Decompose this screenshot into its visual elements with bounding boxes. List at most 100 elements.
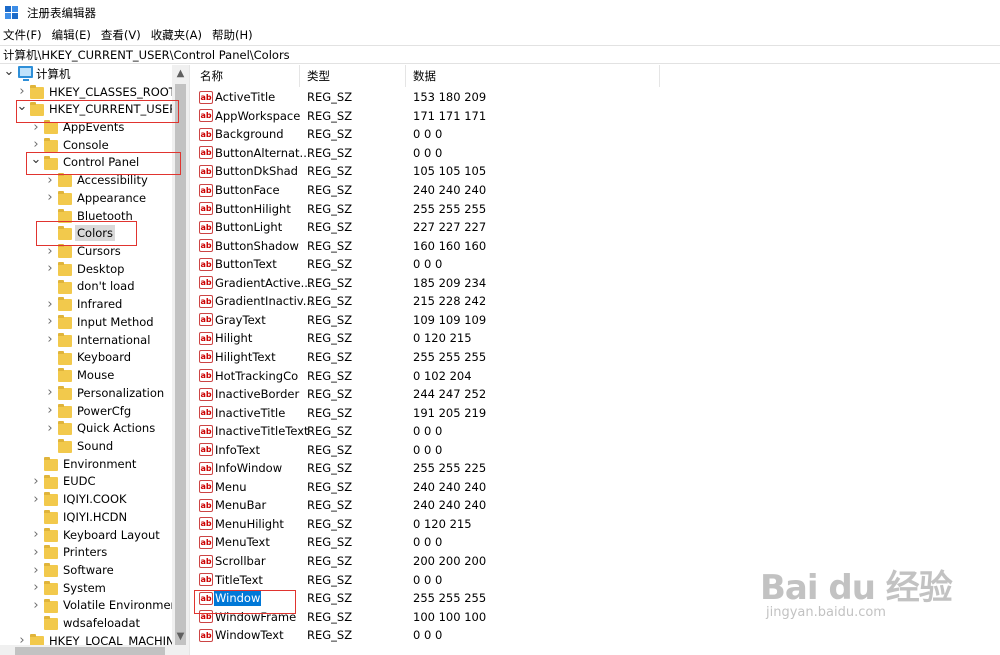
value-row[interactable]: ab InactiveTitle REG_SZ 191 205 219 (193, 403, 1000, 422)
value-name[interactable]: Menu (214, 479, 248, 495)
tree-item-label[interactable]: Infrared (75, 296, 124, 312)
tree-item[interactable]: › Volatile Environment (0, 597, 182, 615)
tree-item-label[interactable]: Printers (61, 544, 109, 560)
value-row[interactable]: ab ActiveTitle REG_SZ 153 180 209 (193, 88, 1000, 107)
value-name[interactable]: ActiveTitle (214, 89, 276, 105)
tree-item-label[interactable]: Desktop (75, 261, 126, 277)
column-header-data[interactable]: 数据 (406, 65, 660, 87)
collapsed-chevron-icon[interactable]: › (32, 544, 40, 561)
value-name[interactable]: GradientInactiv... (214, 293, 315, 309)
tree-item[interactable]: don't load (0, 278, 172, 296)
tree-item-label[interactable]: Software (61, 562, 116, 578)
value-row[interactable]: ab MenuHilight REG_SZ 0 120 215 (193, 515, 1000, 534)
pane-splitter[interactable] (189, 65, 192, 655)
tree-item-label[interactable]: Mouse (75, 367, 116, 383)
tree-item[interactable]: Mouse (0, 366, 172, 384)
value-row[interactable]: ab HotTrackingCo REG_SZ 0 102 204 (193, 366, 1000, 385)
address-bar[interactable]: 计算机\HKEY_CURRENT_USER\Control Panel\Colo… (0, 45, 1000, 64)
scroll-down-icon[interactable]: ▼ (172, 628, 189, 645)
tree-item-label[interactable]: 计算机 (34, 66, 73, 82)
value-name[interactable]: GrayText (214, 312, 267, 328)
value-name[interactable]: InactiveTitle (214, 405, 286, 421)
collapsed-chevron-icon[interactable]: › (46, 313, 54, 330)
value-row[interactable]: ab ButtonDkShad REG_SZ 105 105 105 (193, 162, 1000, 181)
collapsed-chevron-icon[interactable]: › (32, 597, 40, 614)
tree-item[interactable]: › EUDC (0, 473, 172, 491)
tree-item[interactable]: › Desktop (0, 260, 172, 278)
value-name[interactable]: ButtonLight (214, 219, 283, 235)
expanded-chevron-icon[interactable]: ⌄ (4, 65, 15, 80)
value-row[interactable]: ab HilightText REG_SZ 255 255 255 (193, 348, 1000, 367)
collapsed-chevron-icon[interactable]: › (32, 562, 40, 579)
value-name[interactable]: InfoWindow (214, 460, 283, 476)
value-name[interactable]: ButtonAlternat... (214, 145, 312, 161)
tree-item[interactable]: › Personalization (0, 384, 172, 402)
collapsed-chevron-icon[interactable]: › (46, 384, 54, 401)
value-name[interactable]: TitleText (214, 572, 264, 588)
menu-help[interactable]: 帮助(H) (207, 26, 258, 44)
value-row[interactable]: ab InactiveTitleText REG_SZ 0 0 0 (193, 422, 1000, 441)
collapsed-chevron-icon[interactable]: › (46, 402, 54, 419)
tree-item-label[interactable]: PowerCfg (75, 403, 133, 419)
collapsed-chevron-icon[interactable]: › (32, 473, 40, 490)
value-row[interactable]: ab InfoWindow REG_SZ 255 255 225 (193, 459, 1000, 478)
value-name[interactable]: InactiveBorder (214, 386, 300, 402)
collapsed-chevron-icon[interactable]: › (46, 331, 54, 348)
value-row[interactable]: ab ButtonLight REG_SZ 227 227 227 (193, 218, 1000, 237)
value-row[interactable]: ab AppWorkspace REG_SZ 171 171 171 (193, 107, 1000, 126)
value-row[interactable]: ab ButtonFace REG_SZ 240 240 240 (193, 181, 1000, 200)
tree-item-label[interactable]: Keyboard Layout (61, 527, 162, 543)
tree-item[interactable]: › Quick Actions (0, 419, 172, 437)
tree-item[interactable]: › IQIYI.COOK (0, 490, 172, 508)
collapsed-chevron-icon[interactable]: › (32, 526, 40, 543)
tree-item[interactable]: › Infrared (0, 295, 172, 313)
collapsed-chevron-icon[interactable]: › (46, 296, 54, 313)
value-row[interactable]: ab ButtonShadow REG_SZ 160 160 160 (193, 236, 1000, 255)
menu-file[interactable]: 文件(F) (0, 26, 47, 44)
tree-item-label[interactable]: Input Method (75, 314, 156, 330)
value-name[interactable]: WindowText (214, 627, 285, 643)
value-name[interactable]: Background (214, 126, 285, 142)
value-row[interactable]: ab ButtonHilight REG_SZ 255 255 255 (193, 199, 1000, 218)
value-name[interactable]: AppWorkspace (214, 108, 301, 124)
tree-item-label[interactable]: IQIYI.COOK (61, 491, 129, 507)
value-name[interactable]: GradientActive... (214, 275, 313, 291)
collapsed-chevron-icon[interactable]: › (46, 260, 54, 277)
value-name[interactable]: InactiveTitleText (214, 423, 310, 439)
tree-item-label[interactable]: International (75, 332, 152, 348)
tree-item[interactable]: › Printers (0, 543, 172, 561)
tree-item-label[interactable]: Keyboard (75, 349, 133, 365)
value-row[interactable]: ab ButtonAlternat... REG_SZ 0 0 0 (193, 144, 1000, 163)
tree-item-label[interactable]: Console (61, 137, 111, 153)
tree-item-label[interactable]: Quick Actions (75, 420, 157, 436)
menu-favorites[interactable]: 收藏夹(A) (146, 26, 207, 44)
column-header-type[interactable]: 类型 (300, 65, 406, 87)
hscroll-thumb[interactable] (15, 647, 165, 655)
tree-item[interactable]: ⌄ 计算机 (0, 65, 172, 83)
tree-item[interactable]: › Appearance (0, 189, 172, 207)
tree-item[interactable]: › System (0, 579, 172, 597)
value-name[interactable]: MenuHilight (214, 516, 285, 532)
value-row[interactable]: ab ButtonText REG_SZ 0 0 0 (193, 255, 1000, 274)
tree-item-label[interactable]: System (61, 580, 108, 596)
value-name[interactable]: ButtonHilight (214, 201, 292, 217)
tree-item[interactable]: › International (0, 331, 172, 349)
column-header-name[interactable]: 名称 (193, 65, 300, 87)
tree-item-label[interactable]: don't load (75, 278, 137, 294)
collapsed-chevron-icon[interactable]: › (46, 189, 54, 206)
tree-item-label[interactable]: Appearance (75, 190, 148, 206)
value-row[interactable]: ab MenuText REG_SZ 0 0 0 (193, 533, 1000, 552)
tree-item[interactable]: Environment (0, 455, 172, 473)
value-name[interactable]: HotTrackingCo (214, 368, 299, 384)
tree-item-label[interactable]: Sound (75, 438, 115, 454)
tree-item-label[interactable]: Environment (61, 456, 138, 472)
value-row[interactable]: ab MenuBar REG_SZ 240 240 240 (193, 496, 1000, 515)
collapsed-chevron-icon[interactable]: › (46, 420, 54, 437)
value-name[interactable]: Hilight (214, 330, 253, 346)
menu-view[interactable]: 查看(V) (96, 26, 146, 44)
tree-item-label[interactable]: EUDC (61, 473, 98, 489)
value-row[interactable]: ab Hilight REG_SZ 0 120 215 (193, 329, 1000, 348)
tree-item[interactable]: › PowerCfg (0, 402, 172, 420)
tree-item[interactable]: › Console (0, 136, 172, 154)
tree-item[interactable]: IQIYI.HCDN (0, 508, 172, 526)
